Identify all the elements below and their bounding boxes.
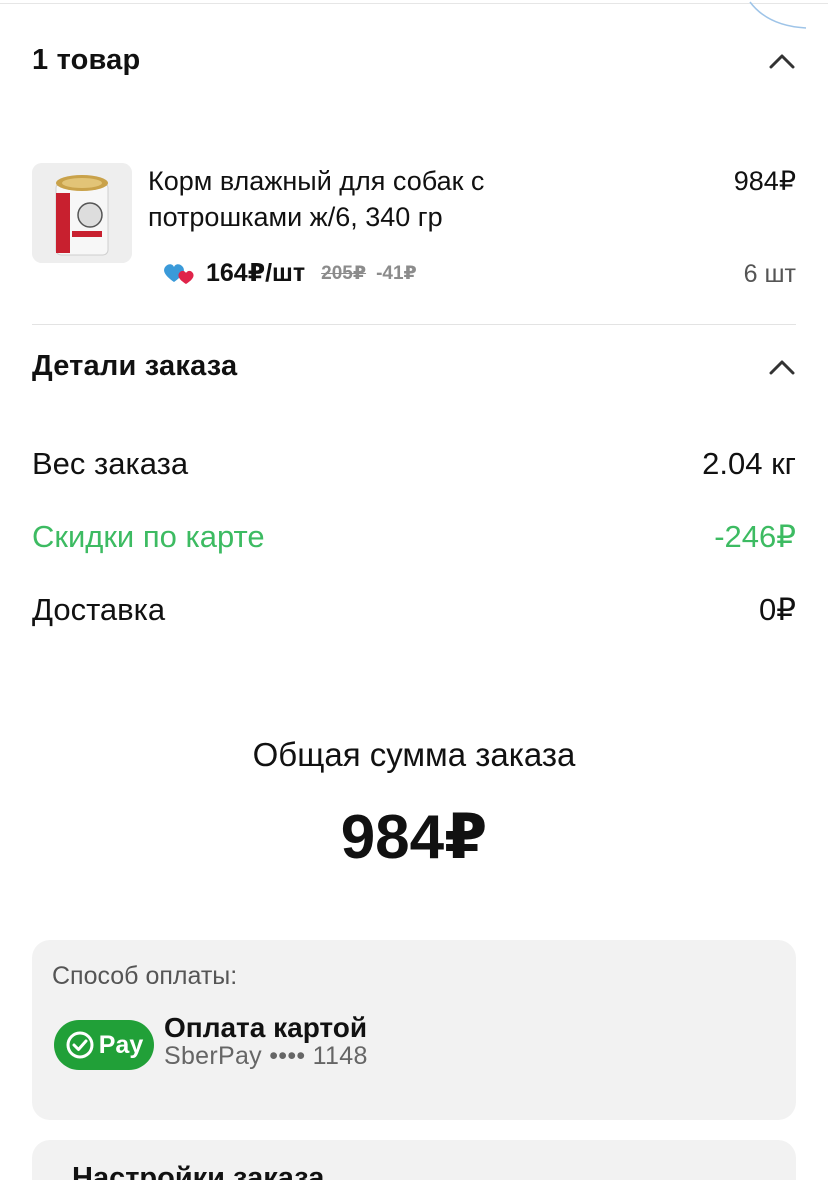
order-total-label: Общая сумма заказа <box>252 736 576 773</box>
product-image <box>32 163 132 263</box>
payment-method-card[interactable]: Способ оплаты: Pay Оплата картой SberPay… <box>32 940 796 1120</box>
order-weight-row: Вес заказа 2.04 кг <box>32 446 796 482</box>
chevron-up-icon[interactable] <box>768 353 796 381</box>
order-weight-value: 2.04 кг <box>702 446 796 481</box>
section-divider <box>32 324 796 325</box>
payment-caption: Способ оплаты: <box>52 962 238 990</box>
old-price: 205₽ <box>321 262 367 284</box>
product-name[interactable]: Корм влажный для собак с потрошками ж/6,… <box>148 163 588 235</box>
delivery-row: Доставка 0₽ <box>32 592 796 628</box>
order-weight-label: Вес заказа <box>32 446 189 481</box>
product-item[interactable]: Корм влажный для собак с потрошками ж/6,… <box>32 160 796 300</box>
order-settings-card[interactable]: Настройки заказа <box>32 1140 796 1180</box>
details-section-header[interactable]: Детали заказа <box>32 350 796 383</box>
hearts-icon <box>164 264 194 284</box>
unit-price: 164₽/шт <box>206 259 306 287</box>
delivery-value: 0₽ <box>759 592 796 627</box>
unit-discount: -41₽ <box>376 262 417 284</box>
sberpay-badge-text: Pay <box>98 1030 144 1059</box>
order-total-value: 984₽ <box>340 803 488 872</box>
top-divider <box>0 3 828 4</box>
chevron-up-icon[interactable] <box>768 47 796 75</box>
items-section-header[interactable]: 1 товар <box>32 44 796 77</box>
payment-card-number: SberPay •••• 1148 <box>164 1042 368 1070</box>
card-discount-row: Скидки по карте -246₽ <box>32 519 796 555</box>
product-total-price: 984₽ <box>733 166 796 196</box>
sberpay-badge: Pay <box>54 1020 154 1070</box>
card-discount-label: Скидки по карте <box>32 519 265 554</box>
product-quantity: 6 шт <box>743 260 796 288</box>
delivery-label: Доставка <box>32 592 166 627</box>
check-circle-icon <box>66 1031 94 1059</box>
corner-decoration <box>749 1 807 29</box>
items-section-title: 1 товар <box>32 44 141 76</box>
payment-method-title: Оплата картой <box>164 1012 368 1043</box>
order-settings-title: Настройки заказа <box>72 1162 325 1180</box>
order-checkout-page: 1 товар Корм влажный для собак с потрошк… <box>0 0 828 1180</box>
card-discount-value: -246₽ <box>714 519 796 554</box>
details-section-title: Детали заказа <box>32 350 238 382</box>
product-unit-price-row: 164₽/шт 205₽ -41₽ <box>162 258 417 288</box>
